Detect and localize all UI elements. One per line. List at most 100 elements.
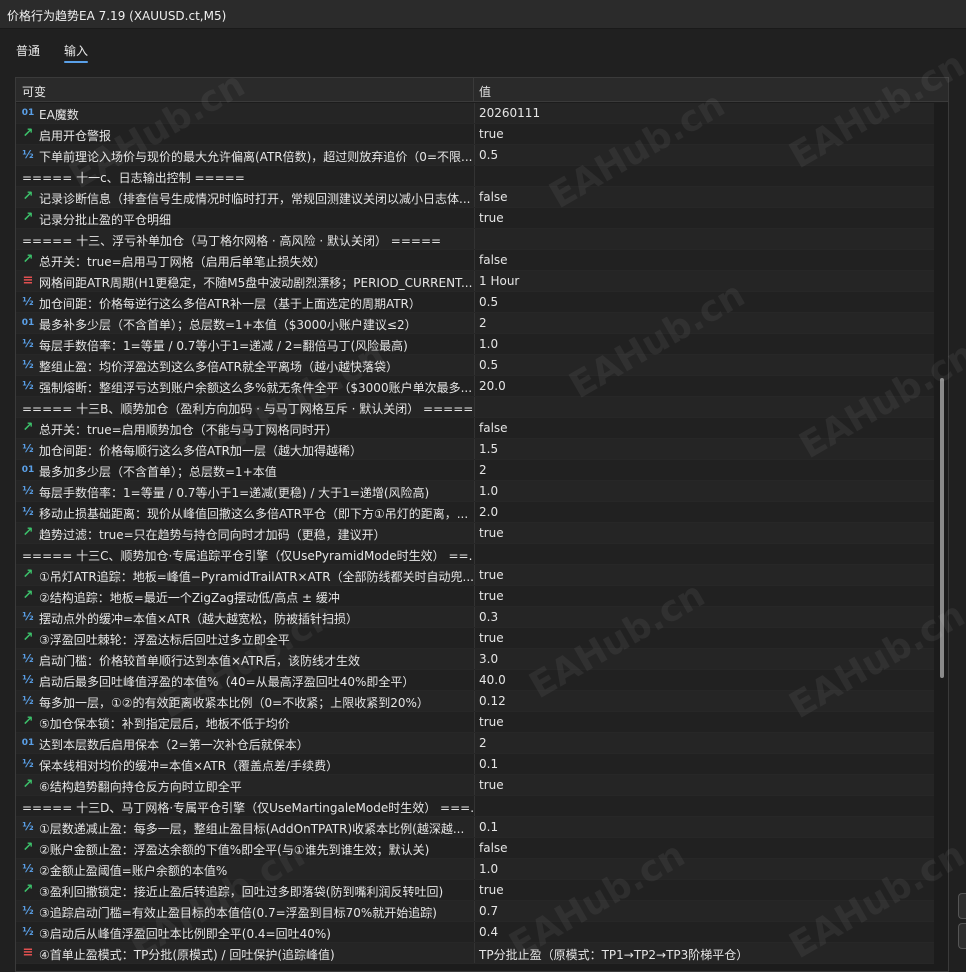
table-row[interactable]: ↗ 总开关：true=启用马丁网格（启用后单笔止损失效） false bbox=[16, 250, 934, 271]
value-text[interactable]: 0.5 bbox=[479, 295, 498, 309]
section-header-row[interactable]: ===== 十一c、日志输出控制 ===== bbox=[16, 166, 934, 187]
table-row[interactable]: 01 最多补多少层（不含首单）；总层数=1+本值（$3000小账户建议≤2） 2 bbox=[16, 313, 934, 334]
value-text[interactable]: 2 bbox=[479, 736, 487, 750]
value-cell[interactable]: 0.5 bbox=[474, 145, 934, 165]
value-cell[interactable] bbox=[474, 229, 934, 249]
table-row[interactable]: ½ 每层手数倍率：1=等量 / 0.7等小于1=递减(更稳) / 大于1=递增(风… bbox=[16, 481, 934, 502]
value-text[interactable]: true bbox=[479, 631, 504, 645]
value-text[interactable]: false bbox=[479, 841, 508, 855]
value-cell[interactable]: 20.0 bbox=[474, 376, 934, 396]
value-cell[interactable]: TP分批止盈（原模式：TP1→TP2→TP3阶梯平仓） bbox=[474, 943, 934, 963]
value-cell[interactable]: true bbox=[474, 523, 934, 543]
section-header-row[interactable]: ===== 十三C、顺势加仓·专属追踪平仓引擎（仅UsePyramidMode时… bbox=[16, 544, 934, 565]
table-row[interactable]: 01 最多加多少层（不含首单）；总层数=1+本值 2 bbox=[16, 460, 934, 481]
value-text[interactable]: true bbox=[479, 127, 504, 141]
table-row[interactable]: ½ 保本线相对均价的缓冲=本值×ATR（覆盖点差/手续费） 0.1 bbox=[16, 754, 934, 775]
value-text[interactable]: 1 Hour bbox=[479, 274, 519, 288]
value-text[interactable]: 0.7 bbox=[479, 904, 498, 918]
table-row[interactable]: ½ 强制熔断：整组浮亏达到账户余额这么多%就无条件全平（$3000账户单次最多..… bbox=[16, 376, 934, 397]
value-cell[interactable]: 0.7 bbox=[474, 901, 934, 921]
value-text[interactable]: 0.5 bbox=[479, 148, 498, 162]
value-cell[interactable]: false bbox=[474, 187, 934, 207]
table-row[interactable]: ↗ ②账户金额止盈：浮盈达余额的下值%即全平(与①谁先到谁生效；默认关) false bbox=[16, 838, 934, 859]
table-row[interactable]: ½ 移动止损基础距离：现价从峰值回撤这么多倍ATR平仓（即下方①吊灯的距离，...… bbox=[16, 502, 934, 523]
section-header-row[interactable]: ===== 十三、浮亏补单加仓（马丁格尔网格 · 高风险 · 默认关闭） ===… bbox=[16, 229, 934, 250]
value-text[interactable]: 1.0 bbox=[479, 337, 498, 351]
table-row[interactable]: ½ 每层手数倍率：1=等量 / 0.7等小于1=递减 / 2=翻倍马丁(风险最高)… bbox=[16, 334, 934, 355]
table-row[interactable]: ½ 加仓间距：价格每逆行这么多倍ATR补一层（基于上面选定的周期ATR） 0.5 bbox=[16, 292, 934, 313]
value-cell[interactable]: 2 bbox=[474, 733, 934, 753]
value-cell[interactable]: 40.0 bbox=[474, 670, 934, 690]
table-row[interactable]: 01 EA魔数 20260111 bbox=[16, 103, 934, 124]
value-cell[interactable] bbox=[474, 796, 934, 816]
value-cell[interactable]: 2 bbox=[474, 313, 934, 333]
value-cell[interactable]: 1 Hour bbox=[474, 271, 934, 291]
value-text[interactable]: true bbox=[479, 526, 504, 540]
value-text[interactable]: TP分批止盈（原模式：TP1→TP2→TP3阶梯平仓） bbox=[479, 946, 748, 963]
value-text[interactable]: 0.4 bbox=[479, 925, 498, 939]
value-text[interactable]: false bbox=[479, 421, 508, 435]
column-header-value[interactable]: 值 bbox=[479, 83, 491, 100]
value-text[interactable]: 2 bbox=[479, 463, 487, 477]
tab-inputs[interactable]: 输入 bbox=[64, 42, 89, 63]
value-text[interactable]: true bbox=[479, 568, 504, 582]
table-row[interactable]: ↗ 总开关：true=启用顺势加仓（不能与马丁网格同时开） false bbox=[16, 418, 934, 439]
value-cell[interactable]: true bbox=[474, 712, 934, 732]
column-divider[interactable] bbox=[473, 78, 474, 102]
table-row[interactable]: ↗ 趋势过滤：true=只在趋势与持仓同向时才加码（更稳，建议开） true bbox=[16, 523, 934, 544]
value-text[interactable]: true bbox=[479, 715, 504, 729]
table-row[interactable]: ↗ 记录分批止盈的平仓明细 true bbox=[16, 208, 934, 229]
table-row[interactable]: ↗ ②结构追踪：地板=最近一个ZigZag摆动低/高点 ± 缓冲 true bbox=[16, 586, 934, 607]
value-cell[interactable]: 2 bbox=[474, 460, 934, 480]
table-row[interactable]: ↗ 启用开仓警报 true bbox=[16, 124, 934, 145]
value-text[interactable]: 0.1 bbox=[479, 757, 498, 771]
value-cell[interactable] bbox=[474, 397, 934, 417]
table-row[interactable]: ↗ ①吊灯ATR追踪：地板=峰值−PyramidTrailATR×ATR（全部防线… bbox=[16, 565, 934, 586]
value-cell[interactable]: 0.12 bbox=[474, 691, 934, 711]
value-cell[interactable]: false bbox=[474, 838, 934, 858]
value-cell[interactable] bbox=[474, 166, 934, 186]
table-row[interactable]: ½ 下单前理论入场价与现价的最大允许偏离(ATR倍数)，超过则放弃追价（0=不限.… bbox=[16, 145, 934, 166]
value-text[interactable]: 0.5 bbox=[479, 358, 498, 372]
value-text[interactable]: 0.12 bbox=[479, 694, 506, 708]
value-cell[interactable]: true bbox=[474, 880, 934, 900]
value-text[interactable]: 0.3 bbox=[479, 610, 498, 624]
value-cell[interactable]: false bbox=[474, 250, 934, 270]
value-text[interactable]: 20260111 bbox=[479, 106, 540, 120]
edge-handle-top[interactable] bbox=[958, 893, 966, 919]
value-cell[interactable]: 0.4 bbox=[474, 922, 934, 942]
value-cell[interactable]: 1.0 bbox=[474, 481, 934, 501]
value-cell[interactable]: 0.5 bbox=[474, 355, 934, 375]
table-row[interactable]: ½ 整组止盈：均价浮盈达到这么多倍ATR就全平离场（越小越快落袋） 0.5 bbox=[16, 355, 934, 376]
value-text[interactable]: 0.1 bbox=[479, 820, 498, 834]
table-row[interactable]: ½ 启动后最多回吐峰值浮盈的本值%（40=从最高浮盈回吐40%即全平） 40.0 bbox=[16, 670, 934, 691]
table-row[interactable]: ½ 每多加一层，①②的有效距离收紧本比例（0=不收紧；上限收紧到20%） 0.12 bbox=[16, 691, 934, 712]
table-row[interactable]: ≡ 网格间距ATR周期(H1更稳定，不随M5盘中波动剧烈漂移；PERIOD_CUR… bbox=[16, 271, 934, 292]
value-text[interactable]: 40.0 bbox=[479, 673, 506, 687]
table-row[interactable]: ½ ③追踪启动门槛=有效止盈目标的本值倍(0.7=浮盈到目标70%就开始追踪) 0.… bbox=[16, 901, 934, 922]
table-row[interactable]: ½ 摆动点外的缓冲=本值×ATR（越大越宽松，防被插针扫损） 0.3 bbox=[16, 607, 934, 628]
value-cell[interactable]: true bbox=[474, 208, 934, 228]
table-row[interactable]: ≡ ④首单止盈模式：TP分批(原模式) / 回吐保护(追踪峰值) TP分批止盈（原模… bbox=[16, 943, 934, 964]
value-cell[interactable]: 0.1 bbox=[474, 754, 934, 774]
value-cell[interactable]: 1.0 bbox=[474, 334, 934, 354]
tab-common[interactable]: 普通 bbox=[16, 42, 40, 59]
value-text[interactable]: false bbox=[479, 253, 508, 267]
table-row[interactable]: ↗ ③盈利回撤锁定：接近止盈后转追踪，回吐过多即落袋(防到嘴利润反转吐回) true bbox=[16, 880, 934, 901]
value-cell[interactable]: true bbox=[474, 775, 934, 795]
value-cell[interactable]: 3.0 bbox=[474, 649, 934, 669]
value-text[interactable]: 1.0 bbox=[479, 862, 498, 876]
value-text[interactable]: 2.0 bbox=[479, 505, 498, 519]
value-text[interactable]: 20.0 bbox=[479, 379, 506, 393]
value-cell[interactable]: 0.1 bbox=[474, 817, 934, 837]
scrollbar-thumb[interactable] bbox=[940, 378, 944, 678]
section-header-row[interactable]: ===== 十三B、顺势加仓（盈利方向加码 · 与马丁网格互斥 · 默认关闭） … bbox=[16, 397, 934, 418]
table-row[interactable]: ↗ ③浮盈回吐棘轮：浮盈达标后回吐过多立即全平 true bbox=[16, 628, 934, 649]
value-text[interactable]: true bbox=[479, 589, 504, 603]
table-row[interactable]: ½ ①层数递减止盈：每多一层，整组止盈目标(AddOnTPATR)收紧本比例(越深… bbox=[16, 817, 934, 838]
value-cell[interactable]: 0.3 bbox=[474, 607, 934, 627]
value-text[interactable]: true bbox=[479, 883, 504, 897]
value-text[interactable]: 2 bbox=[479, 316, 487, 330]
value-cell[interactable]: 2.0 bbox=[474, 502, 934, 522]
table-row[interactable]: ↗ ⑥结构趋势翻向持仓反方向时立即全平 true bbox=[16, 775, 934, 796]
